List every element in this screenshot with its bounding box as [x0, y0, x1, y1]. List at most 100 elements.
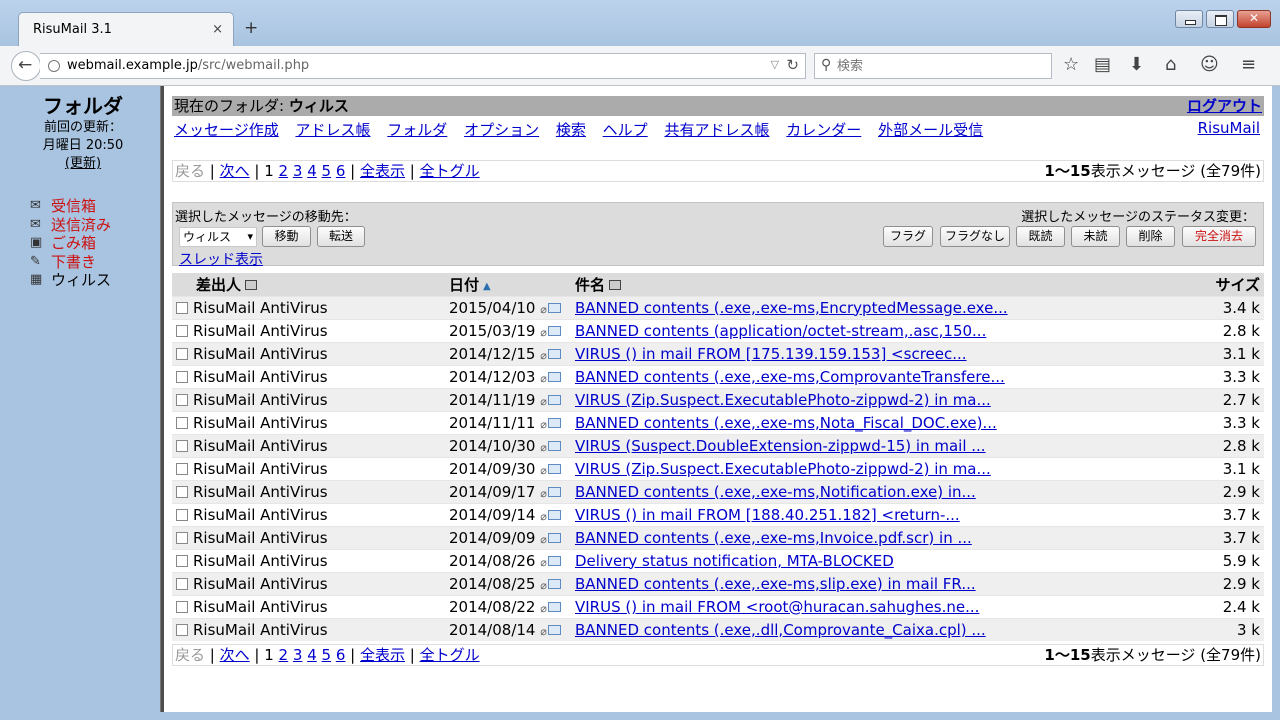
menu-search[interactable]: 検索 — [556, 121, 586, 139]
subject-link[interactable]: BANNED contents (.exe,.exe-ms,slip.exe) … — [575, 575, 976, 593]
bookmarks-list-icon[interactable]: ▤ — [1094, 54, 1111, 76]
table-row[interactable]: RisuMail AntiVirus 2014/08/14 ⌀ BANNED con… — [172, 617, 1264, 641]
url-text[interactable]: webmail.example.jp/src/webmail.php — [67, 58, 309, 73]
sort-icon[interactable] — [245, 279, 258, 290]
row-checkbox[interactable] — [176, 370, 188, 383]
row-checkbox[interactable] — [176, 577, 188, 590]
mark-unread-button[interactable]: 未読 — [1071, 226, 1120, 247]
home-icon[interactable]: ⌂ — [1165, 54, 1176, 76]
table-row[interactable]: RisuMail AntiVirus 2014/12/15 ⌀ VIRUS () i… — [172, 341, 1264, 365]
table-row[interactable]: RisuMail AntiVirus 2015/04/10 ⌀ BANNED con… — [172, 295, 1264, 319]
subject-link[interactable]: VIRUS () in mail FROM [175.139.159.153] … — [575, 345, 967, 363]
pager-page[interactable]: 2 — [279, 162, 289, 180]
table-row[interactable]: RisuMail AntiVirus 2015/03/19 ⌀ BANNED con… — [172, 318, 1264, 342]
pager-next[interactable]: 次へ — [220, 162, 250, 180]
row-checkbox[interactable] — [176, 554, 188, 567]
table-row[interactable]: RisuMail AntiVirus 2014/09/30 ⌀ VIRUS (Zip… — [172, 456, 1264, 480]
expunge-button[interactable]: 完全消去 — [1182, 226, 1256, 247]
row-checkbox[interactable] — [176, 600, 188, 613]
menu-external-mail[interactable]: 外部メール受信 — [878, 121, 983, 139]
row-checkbox[interactable] — [176, 439, 188, 452]
row-checkbox[interactable] — [176, 416, 188, 429]
row-checkbox[interactable] — [176, 393, 188, 406]
menu-compose[interactable]: メッセージ作成 — [174, 121, 279, 139]
row-checkbox[interactable] — [176, 462, 188, 475]
row-checkbox[interactable] — [176, 623, 188, 636]
pager-show-all[interactable]: 全表示 — [360, 162, 405, 180]
window-maximize-button[interactable] — [1206, 10, 1234, 28]
mark-read-button[interactable]: 既読 — [1016, 226, 1065, 247]
table-row[interactable]: RisuMail AntiVirus 2014/09/14 ⌀ VIRUS () i… — [172, 502, 1264, 526]
table-row[interactable]: RisuMail AntiVirus 2014/09/17 ⌀ BANNED con… — [172, 479, 1264, 503]
pager-show-all[interactable]: 全表示 — [360, 646, 405, 664]
pager-page[interactable]: 2 — [279, 646, 289, 664]
table-row[interactable]: RisuMail AntiVirus 2014/11/19 ⌀ VIRUS (Zip… — [172, 387, 1264, 411]
table-row[interactable]: RisuMail AntiVirus 2014/12/03 ⌀ BANNED con… — [172, 364, 1264, 388]
folder-drafts[interactable]: ✎ 下書き — [30, 253, 158, 272]
thread-view-link[interactable]: スレッド表示 — [179, 249, 263, 269]
browser-tab[interactable]: RisuMail 3.1 × — [18, 12, 234, 46]
subject-link[interactable]: VIRUS () in mail FROM [188.40.251.182] <… — [575, 506, 960, 524]
subject-link[interactable]: BANNED contents (.exe,.exe-ms,Invoice.pd… — [575, 529, 972, 547]
subject-link[interactable]: VIRUS (Suspect.DoubleExtension-zippwd-15… — [575, 437, 986, 455]
flag-button[interactable]: フラグ — [883, 226, 933, 247]
table-row[interactable]: RisuMail AntiVirus 2014/08/26 ⌀ Delivery s… — [172, 548, 1264, 572]
subject-link[interactable]: BANNED contents (.exe,.exe-ms,Comprovant… — [575, 368, 1005, 386]
table-row[interactable]: RisuMail AntiVirus 2014/11/11 ⌀ BANNED con… — [172, 410, 1264, 434]
folder-inbox[interactable]: ✉ 受信箱 — [30, 197, 158, 216]
menu-options[interactable]: オプション — [464, 121, 539, 139]
subject-link[interactable]: Delivery status notification, MTA-BLOCKE… — [575, 552, 894, 570]
subject-link[interactable]: BANNED contents (.exe,.exe-ms,EncryptedM… — [575, 299, 1008, 317]
subject-link[interactable]: BANNED contents (application/octet-strea… — [575, 322, 986, 340]
menu-icon[interactable]: ≡ — [1241, 54, 1256, 76]
menu-shared-addressbook[interactable]: 共有アドレス帳 — [664, 121, 769, 139]
sort-ascending-icon[interactable]: ▲ — [483, 281, 491, 292]
bookmark-star-icon[interactable]: ☆ — [1063, 54, 1079, 76]
subject-link[interactable]: BANNED contents (.exe,.exe-ms,Nota_Fisca… — [575, 414, 997, 432]
pager-page[interactable]: 6 — [336, 646, 346, 664]
move-folder-select[interactable]: ウィルス — [179, 227, 257, 247]
new-tab-icon[interactable]: + — [244, 19, 258, 37]
unflag-button[interactable]: フラグなし — [940, 226, 1010, 247]
col-date-header[interactable]: 日付 ▲ — [445, 273, 571, 296]
pager-toggle-all[interactable]: 全トグル — [420, 162, 480, 180]
row-checkbox[interactable] — [176, 531, 188, 544]
sort-icon[interactable] — [609, 279, 622, 290]
table-row[interactable]: RisuMail AntiVirus 2014/08/22 ⌀ VIRUS () i… — [172, 594, 1264, 618]
subject-link[interactable]: VIRUS (Zip.Suspect.ExecutablePhoto-zippw… — [575, 391, 991, 409]
pager-page[interactable]: 3 — [293, 162, 303, 180]
window-close-button[interactable] — [1237, 10, 1271, 28]
forward-button[interactable]: 転送 — [317, 226, 365, 247]
window-minimize-button[interactable] — [1175, 10, 1203, 28]
pager-page[interactable]: 5 — [322, 646, 332, 664]
browser-search-input[interactable] — [837, 57, 1047, 75]
download-icon[interactable]: ⬇ — [1129, 54, 1144, 76]
folder-sent[interactable]: ✉ 送信済み — [30, 216, 158, 235]
url-dropdown-icon[interactable]: ▽ — [771, 58, 779, 71]
pager-next[interactable]: 次へ — [220, 646, 250, 664]
col-size-header[interactable]: サイズ — [1195, 273, 1264, 296]
url-bar[interactable]: webmail.example.jp/src/webmail.php ▽ ↻ — [40, 53, 806, 79]
col-subject-header[interactable]: 件名 — [571, 273, 1195, 296]
menu-calendar[interactable]: カレンダー — [786, 121, 861, 139]
logout-link[interactable]: ログアウト — [1187, 96, 1262, 116]
subject-link[interactable]: BANNED contents (.exe,.dll,Comprovante_C… — [575, 621, 986, 639]
pager-page[interactable]: 5 — [322, 162, 332, 180]
menu-folders[interactable]: フォルダ — [387, 121, 447, 139]
back-button[interactable] — [11, 51, 41, 81]
row-checkbox[interactable] — [176, 324, 188, 337]
pager-page[interactable]: 4 — [307, 646, 317, 664]
subject-link[interactable]: BANNED contents (.exe,.exe-ms,Notificati… — [575, 483, 976, 501]
subject-link[interactable]: VIRUS () in mail FROM <root@huracan.sahu… — [575, 598, 979, 616]
move-button[interactable]: 移動 — [262, 226, 311, 247]
col-from-header[interactable]: 差出人 — [172, 273, 445, 296]
row-checkbox[interactable] — [176, 508, 188, 521]
tab-close-icon[interactable]: × — [212, 22, 223, 37]
menu-addressbook[interactable]: アドレス帳 — [295, 121, 370, 139]
pager-page[interactable]: 6 — [336, 162, 346, 180]
brand-link[interactable]: RisuMail — [1198, 119, 1260, 137]
browser-search-bar[interactable]: ⚲ — [814, 53, 1052, 79]
subject-link[interactable]: VIRUS (Zip.Suspect.ExecutablePhoto-zippw… — [575, 460, 991, 478]
folder-trash[interactable]: ▣ ごみ箱 — [30, 234, 158, 253]
smiley-icon[interactable]: ☺ — [1200, 54, 1219, 76]
